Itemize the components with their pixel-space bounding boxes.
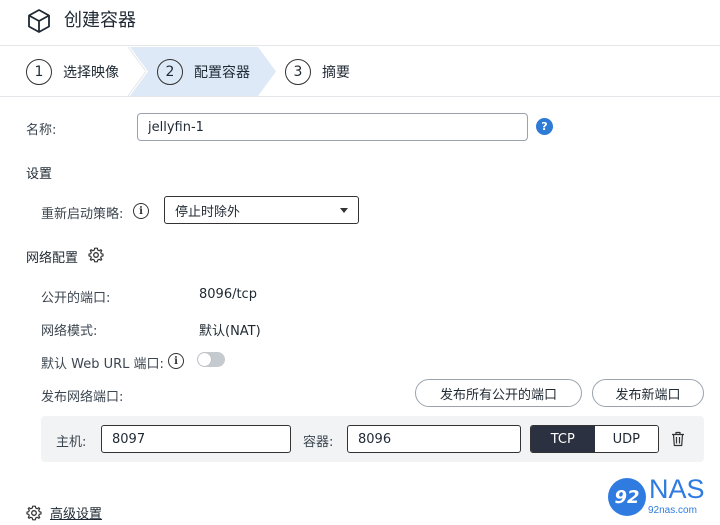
toggle-knob [198,353,211,366]
container-port-input[interactable] [347,425,521,453]
dialog-header: 创建容器 [0,0,720,46]
info-icon[interactable]: i [168,353,184,369]
step-number: 1 [26,58,52,85]
host-port-label: 主机: [56,435,87,450]
gear-icon [26,505,42,520]
port-mapping-row: 主机: 容器: TCP UDP [41,416,704,462]
step-label: 摘要 [322,64,350,81]
logo-site: 92nas.com [648,505,697,516]
dropdown-caret-icon [340,207,348,213]
logo-badge: 92 [608,478,646,516]
container-port-label: 容器: [303,435,334,450]
gear-icon[interactable] [88,247,104,263]
step-number: 2 [157,58,183,85]
step-label: 选择映像 [63,64,119,81]
wizard-steps: 1 选择映像 2 配置容器 3 摘要 [0,47,720,97]
page-title: 创建容器 [64,10,136,31]
restart-policy-label: 重新启动策略: [41,207,124,222]
step-configure-container[interactable]: 2 配置容器 [157,47,250,96]
help-icon[interactable]: ? [536,118,553,135]
restart-policy-select[interactable]: 停止时除外 [164,196,359,224]
publish-all-ports-button[interactable]: 发布所有公开的端口 [415,379,582,407]
cube-icon [28,9,50,33]
watermark-logo: 92 NAS 92nas.com [606,474,716,520]
info-icon[interactable]: i [133,203,149,219]
step-select-image[interactable]: 1 选择映像 [26,47,119,96]
network-mode-value: 默认(NAT) [199,324,261,339]
restart-policy-value: 停止时除外 [175,204,241,220]
host-port-input[interactable] [101,425,291,453]
protocol-segmented-control: TCP UDP [530,425,659,453]
name-label: 名称: [26,123,57,138]
protocol-tcp-option[interactable]: TCP [531,426,595,452]
web-url-port-label: 默认 Web URL 端口: [41,357,164,372]
public-ports-value: 8096/tcp [199,287,257,302]
publish-ports-label: 发布网络端口: [41,390,124,405]
network-mode-label: 网络模式: [41,324,98,339]
step-label: 配置容器 [194,64,250,81]
step-summary[interactable]: 3 摘要 [285,47,350,96]
trash-icon[interactable] [671,431,685,447]
web-url-port-toggle[interactable] [197,352,225,367]
publish-new-port-button[interactable]: 发布新端口 [592,379,704,407]
logo-brand: NAS [649,474,705,504]
settings-section-title: 设置 [26,167,53,182]
network-section-title: 网络配置 [26,251,79,266]
step-number: 3 [285,58,311,85]
step-separator [128,47,146,96]
advanced-settings-label: 高级设置 [50,507,103,522]
container-name-input[interactable] [137,113,528,141]
protocol-udp-option[interactable]: UDP [594,426,658,452]
advanced-settings-link[interactable]: 高级设置 [26,503,102,522]
public-ports-label: 公开的端口: [41,291,111,306]
